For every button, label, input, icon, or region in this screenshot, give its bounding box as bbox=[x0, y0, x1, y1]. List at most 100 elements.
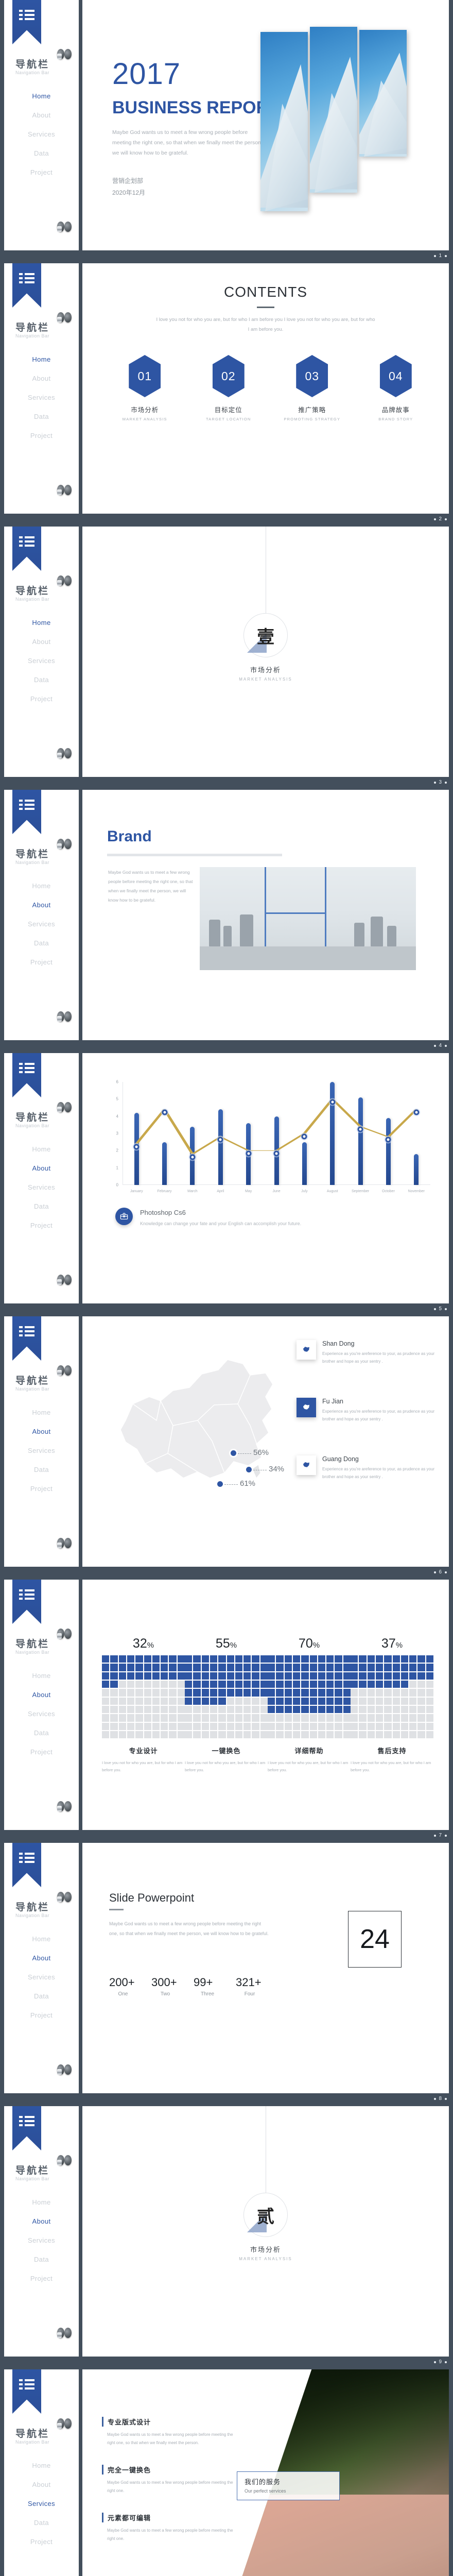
sidebar-item-home[interactable]: Home bbox=[4, 2456, 79, 2475]
sidebar-item-services[interactable]: Services bbox=[4, 1441, 79, 1460]
sidebar-item-services[interactable]: Services bbox=[4, 914, 79, 934]
province-card-1[interactable]: Shan Dong Experience as you're areferenc… bbox=[297, 1340, 435, 1366]
slide-section-one: 导航栏 Navigation Bar Home About Services Data… bbox=[0, 527, 453, 777]
menu-ribbon[interactable] bbox=[12, 1580, 41, 1624]
sidebar-item-about[interactable]: About bbox=[4, 632, 79, 651]
sidebar-item-project[interactable]: Project bbox=[4, 1216, 79, 1235]
sidebar-item-home[interactable]: Home bbox=[4, 613, 79, 632]
sidebar-item-project[interactable]: Project bbox=[4, 1742, 79, 1761]
sidebar-item-project[interactable]: Project bbox=[4, 2269, 79, 2288]
waffle-chart-3: 70% 详细帮助 I love you not for who you are,… bbox=[268, 1636, 351, 1774]
sidebar-item-home[interactable]: Home bbox=[4, 350, 79, 369]
contents-item-3[interactable]: 03 推广策略 PROMOTING STRATEGY bbox=[279, 355, 345, 421]
sidebar-item-project[interactable]: Project bbox=[4, 2532, 79, 2551]
province-card-3[interactable]: Guang Dong Experience as you're areferen… bbox=[297, 1455, 435, 1481]
waffle-cell bbox=[118, 1664, 126, 1671]
waffle-cell bbox=[400, 1705, 409, 1714]
menu-ribbon[interactable] bbox=[12, 527, 41, 571]
sidebar-item-about[interactable]: About bbox=[4, 369, 79, 388]
waffle-cell bbox=[309, 1689, 317, 1697]
sidebar-item-services[interactable]: Services bbox=[4, 1968, 79, 1987]
sidebar-item-project[interactable]: Project bbox=[4, 953, 79, 972]
waffle-cell bbox=[252, 1697, 259, 1705]
waffle-cell bbox=[301, 1655, 309, 1663]
hamburger-menu-icon bbox=[19, 800, 34, 812]
sidebar-item-services[interactable]: Services bbox=[4, 1704, 79, 1723]
contents-item-1[interactable]: 01 市场分析 MARKET ANALYSIS bbox=[112, 355, 178, 421]
menu-ribbon[interactable] bbox=[12, 2369, 41, 2414]
sidebar-item-services[interactable]: Services bbox=[4, 2231, 79, 2250]
sidebar-item-home[interactable]: Home bbox=[4, 876, 79, 895]
brand-description: Maybe God wants us to meet a few wrong p… bbox=[108, 870, 193, 903]
sidebar-item-about[interactable]: About bbox=[4, 1685, 79, 1704]
sidebar-item-about[interactable]: About bbox=[4, 106, 79, 125]
menu-ribbon[interactable] bbox=[12, 1843, 41, 1887]
binder-screw-top bbox=[57, 1629, 86, 1639]
sidebar-item-data[interactable]: Data bbox=[4, 1197, 79, 1216]
sidebar-item-project[interactable]: Project bbox=[4, 689, 79, 708]
sidebar-item-services[interactable]: Services bbox=[4, 125, 79, 144]
services-callout[interactable]: 我们的服务 Our perfect services bbox=[237, 2471, 340, 2500]
sidebar-item-data[interactable]: Data bbox=[4, 407, 79, 426]
nav-title: 导航栏 bbox=[15, 849, 50, 860]
menu-ribbon[interactable] bbox=[12, 263, 41, 308]
waffle-cell bbox=[118, 1689, 126, 1697]
waffle-cell bbox=[335, 1680, 342, 1688]
sidebar-item-about[interactable]: About bbox=[4, 2475, 79, 2494]
nav-title: 导航栏 bbox=[15, 1112, 50, 1123]
menu-ribbon[interactable] bbox=[12, 1053, 41, 1097]
waffle-cell bbox=[384, 1697, 392, 1705]
map-marker[interactable] bbox=[217, 1481, 223, 1487]
sidebar-item-project[interactable]: Project bbox=[4, 1479, 79, 1498]
sidebar-item-data[interactable]: Data bbox=[4, 1987, 79, 2006]
sidebar-item-about[interactable]: About bbox=[4, 2212, 79, 2231]
sidebar-item-data[interactable]: Data bbox=[4, 670, 79, 689]
menu-ribbon[interactable] bbox=[12, 1316, 41, 1361]
waffle-cell bbox=[193, 1697, 201, 1705]
sidebar-item-data[interactable]: Data bbox=[4, 934, 79, 953]
menu-ribbon[interactable] bbox=[12, 0, 41, 44]
waffle-cell bbox=[426, 1664, 433, 1671]
sidebar-item-home[interactable]: Home bbox=[4, 1140, 79, 1159]
sidebar-item-data[interactable]: Data bbox=[4, 144, 79, 163]
province-shape-icon bbox=[297, 1398, 316, 1417]
province-text-block: Guang Dong Experience as you're areferen… bbox=[322, 1455, 435, 1481]
sidebar-item-services[interactable]: Services bbox=[4, 2494, 79, 2513]
sidebar-item-project[interactable]: Project bbox=[4, 426, 79, 445]
service-item-3: 元素都可编辑 Maybe God wants us to meet a few … bbox=[102, 2513, 241, 2543]
chart-point bbox=[189, 1154, 196, 1160]
sidebar-item-home[interactable]: Home bbox=[4, 2193, 79, 2212]
sidebar-item-about[interactable]: About bbox=[4, 1159, 79, 1178]
waffle-percent: 37% bbox=[381, 1636, 403, 1651]
contents-item-4[interactable]: 04 品牌故事 BRAND STORY bbox=[363, 355, 429, 421]
sidebar-item-project[interactable]: Project bbox=[4, 2006, 79, 2025]
map-marker-label: 34% bbox=[269, 1465, 285, 1473]
sidebar-item-project[interactable]: Project bbox=[4, 163, 79, 182]
waffle-cell bbox=[260, 1705, 268, 1714]
province-card-2[interactable]: Fu Jian Experience as you're areference … bbox=[297, 1398, 435, 1423]
navigation-panel: 导航栏 Navigation Bar Home About Services Data… bbox=[4, 1580, 82, 1830]
sidebar-item-home[interactable]: Home bbox=[4, 1929, 79, 1948]
sidebar-item-data[interactable]: Data bbox=[4, 2250, 79, 2269]
map-marker[interactable] bbox=[231, 1450, 236, 1456]
sidebar-item-home[interactable]: Home bbox=[4, 1403, 79, 1422]
sidebar-item-services[interactable]: Services bbox=[4, 1178, 79, 1197]
sidebar-item-data[interactable]: Data bbox=[4, 1723, 79, 1742]
sidebar-item-about[interactable]: About bbox=[4, 1948, 79, 1968]
sidebar-item-services[interactable]: Services bbox=[4, 388, 79, 407]
map-marker[interactable] bbox=[246, 1467, 252, 1472]
sidebar-item-about[interactable]: About bbox=[4, 1422, 79, 1441]
sidebar-item-data[interactable]: Data bbox=[4, 2513, 79, 2532]
sidebar-item-services[interactable]: Services bbox=[4, 651, 79, 670]
sidebar-item-home[interactable]: Home bbox=[4, 87, 79, 106]
sidebar-item-data[interactable]: Data bbox=[4, 1460, 79, 1479]
sidebar-item-about[interactable]: About bbox=[4, 895, 79, 914]
sidebar-item-home[interactable]: Home bbox=[4, 1666, 79, 1685]
contents-item-2[interactable]: 02 目标定位 TARGET LOCATION bbox=[196, 355, 262, 421]
decor-vase bbox=[371, 917, 383, 946]
waffle-cell bbox=[243, 1697, 251, 1705]
waffle-cell bbox=[118, 1722, 126, 1730]
menu-ribbon[interactable] bbox=[12, 790, 41, 834]
menu-ribbon[interactable] bbox=[12, 2106, 41, 2150]
waffle-cell bbox=[326, 1655, 334, 1663]
